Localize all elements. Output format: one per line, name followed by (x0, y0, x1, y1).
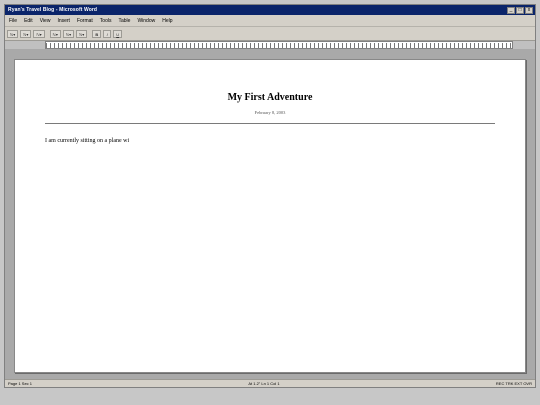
menu-view[interactable]: View (40, 18, 51, 24)
menu-tools[interactable]: Tools (100, 18, 112, 24)
font-size-dropdown[interactable]: ℕ▾ (33, 29, 45, 38)
ruler[interactable] (45, 41, 513, 49)
status-modes: REC TRK EXT OVR (495, 381, 532, 386)
window-title: Ryan's Travel Blog - Microsoft Word (8, 7, 98, 13)
bold-button[interactable]: B (92, 29, 102, 38)
close-button[interactable]: x (525, 6, 533, 14)
status-position: At 1.2" Ln 1 Col 1 (248, 381, 280, 386)
menu-edit[interactable]: Edit (24, 18, 33, 24)
status-bar: Page 1 Sec 1 At 1.2" Ln 1 Col 1 REC TRK … (5, 379, 535, 387)
toolbar-dropdown-6[interactable]: ℕ▾ (76, 29, 88, 38)
toolbar-dropdown-4[interactable]: ℕ▾ (49, 29, 61, 38)
horizontal-rule (45, 123, 495, 124)
formatting-toolbar: ℕ▾ ℕ▾ ℕ▾ ℕ▾ ℕ▾ ℕ▾ B I U (5, 27, 535, 41)
word-window: Ryan's Travel Blog - Microsoft Word _ □ … (4, 4, 536, 388)
maximize-button[interactable]: □ (516, 6, 524, 14)
title-bar[interactable]: Ryan's Travel Blog - Microsoft Word _ □ … (5, 5, 535, 15)
document-area: My First Adventure February 8, 2003 I am… (5, 49, 535, 379)
menu-format[interactable]: Format (77, 18, 93, 24)
toolbar-dropdown-5[interactable]: ℕ▾ (62, 29, 75, 38)
style-dropdown[interactable]: ℕ▾ (7, 29, 19, 38)
menu-window[interactable]: Window (137, 18, 155, 24)
status-page: Page 1 Sec 1 (8, 381, 33, 386)
menu-bar: File Edit View Insert Format Tools Table… (5, 15, 535, 27)
window-controls: _ □ x (507, 6, 533, 14)
menu-help[interactable]: Help (162, 18, 172, 24)
underline-button[interactable]: U (113, 29, 123, 38)
menu-table[interactable]: Table (118, 18, 130, 24)
menu-insert[interactable]: Insert (57, 18, 70, 24)
italic-button[interactable]: I (103, 29, 112, 38)
font-dropdown[interactable]: ℕ▾ (20, 29, 32, 38)
document-body-text[interactable]: I am currently sitting on a plane wi (45, 138, 129, 144)
document-title: My First Adventure (227, 92, 313, 103)
document-date: February 8, 2003 (254, 110, 286, 115)
minimize-button[interactable]: _ (507, 6, 515, 14)
document-page[interactable]: My First Adventure February 8, 2003 I am… (14, 59, 526, 373)
menu-file[interactable]: File (9, 18, 17, 24)
